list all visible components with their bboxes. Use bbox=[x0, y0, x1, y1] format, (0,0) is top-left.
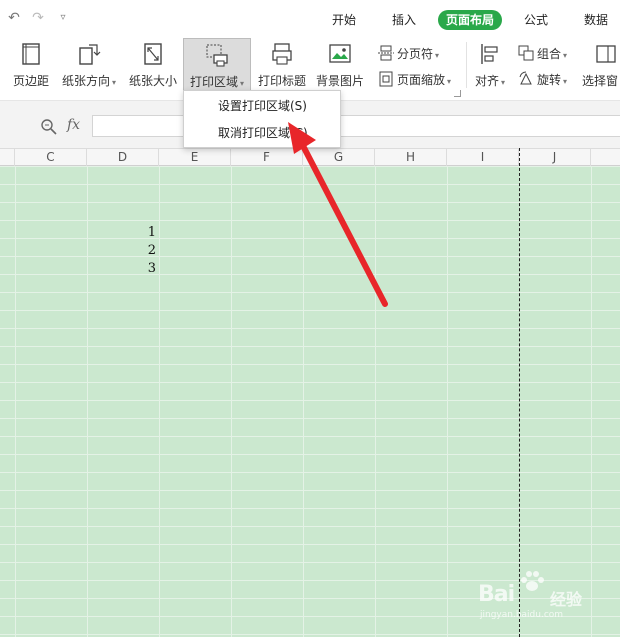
cell-d-value[interactable]: 2 bbox=[86, 242, 156, 260]
align-icon bbox=[481, 44, 498, 64]
page-zoom-button[interactable]: 页面缩放 ▾ bbox=[378, 70, 451, 90]
paw-logo-icon bbox=[521, 571, 544, 591]
print-titles-button[interactable]: 打印标题 bbox=[255, 38, 309, 94]
page-break-icon bbox=[378, 45, 394, 61]
column-header-spacer bbox=[0, 149, 15, 166]
page-orientation-icon bbox=[79, 44, 101, 65]
align-button[interactable]: 对齐 ▾ bbox=[470, 38, 510, 94]
watermark: Bai 经验 jingyan.baidu.com bbox=[478, 570, 620, 620]
tab-bar: ↶ ↷ ▿ 开始 插入 页面布局 公式 数据 bbox=[0, 0, 620, 38]
grid-line bbox=[591, 166, 592, 637]
print-area-label: 打印区域 ▾ bbox=[189, 75, 245, 89]
print-area-button[interactable]: 打印区域 ▾ bbox=[183, 38, 251, 94]
print-area-icon bbox=[206, 44, 228, 67]
tab-home[interactable]: 开始 bbox=[326, 10, 362, 30]
ribbon-divider bbox=[466, 42, 467, 88]
redo-icon[interactable]: ↷ bbox=[30, 10, 46, 26]
selection-pane-button[interactable]: 选择窗 bbox=[582, 38, 620, 94]
tab-data[interactable]: 数据 bbox=[578, 10, 614, 30]
column-header-c[interactable]: C bbox=[15, 149, 87, 166]
tab-page-layout[interactable]: 页面布局 bbox=[438, 10, 502, 30]
selection-pane-label: 选择窗 bbox=[582, 74, 619, 88]
rotate-button[interactable]: 旋转 ▾ bbox=[518, 70, 567, 90]
align-label: 对齐 ▾ bbox=[474, 74, 506, 88]
undo-icon[interactable]: ↶ bbox=[6, 10, 22, 26]
background-image-button[interactable]: 背景图片 bbox=[313, 38, 367, 94]
rotate-icon bbox=[519, 71, 532, 85]
column-header-d[interactable]: D bbox=[87, 149, 159, 166]
page-break-button[interactable]: 分页符 ▾ bbox=[378, 44, 439, 64]
background-image-label: 背景图片 bbox=[315, 74, 364, 88]
customize-dropdown-icon[interactable]: ▿ bbox=[55, 10, 71, 26]
print-titles-icon bbox=[272, 43, 292, 65]
watermark-logo-text-2: 经验 bbox=[550, 590, 583, 609]
watermark-url: jingyan.baidu.com bbox=[480, 610, 564, 620]
column-header-e[interactable]: E bbox=[159, 149, 231, 166]
column-header-j[interactable]: J bbox=[519, 149, 591, 166]
margins-label: 页边距 bbox=[12, 74, 49, 88]
orientation-button[interactable]: 纸张方向 ▾ bbox=[58, 38, 120, 94]
group-button[interactable]: 组合 ▾ bbox=[518, 44, 567, 64]
paper-size-label: 纸张大小 bbox=[128, 74, 177, 88]
grid-line bbox=[447, 166, 448, 637]
watermark-logo-text: Bai bbox=[478, 582, 515, 607]
paper-size-button[interactable]: 纸张大小 bbox=[126, 38, 180, 94]
tab-insert[interactable]: 插入 bbox=[386, 10, 422, 30]
grid-line bbox=[159, 166, 160, 637]
grid-line bbox=[231, 166, 232, 637]
page-break-line bbox=[519, 148, 520, 637]
margins-button[interactable]: 页边距 bbox=[8, 38, 54, 94]
cell-d-value[interactable]: 3 bbox=[86, 260, 156, 278]
print-titles-label: 打印标题 bbox=[257, 74, 306, 88]
orientation-label: 纸张方向 ▾ bbox=[61, 74, 117, 88]
selection-pane-icon bbox=[596, 45, 616, 63]
fx-icon[interactable]: fx bbox=[67, 117, 80, 133]
grid-line bbox=[15, 166, 16, 637]
group-icon bbox=[518, 45, 534, 61]
dialog-launcher-icon[interactable] bbox=[454, 90, 461, 97]
column-header-i[interactable]: I bbox=[447, 149, 519, 166]
margins-icon bbox=[22, 43, 40, 65]
tab-formulas[interactable]: 公式 bbox=[518, 10, 554, 30]
paper-size-icon bbox=[144, 43, 162, 65]
image-icon bbox=[329, 44, 351, 63]
zoom-search-icon[interactable] bbox=[40, 118, 58, 136]
cell-d-value[interactable]: 1 bbox=[86, 224, 156, 242]
page-zoom-icon bbox=[379, 71, 393, 87]
red-arrow-annotation bbox=[288, 122, 388, 307]
